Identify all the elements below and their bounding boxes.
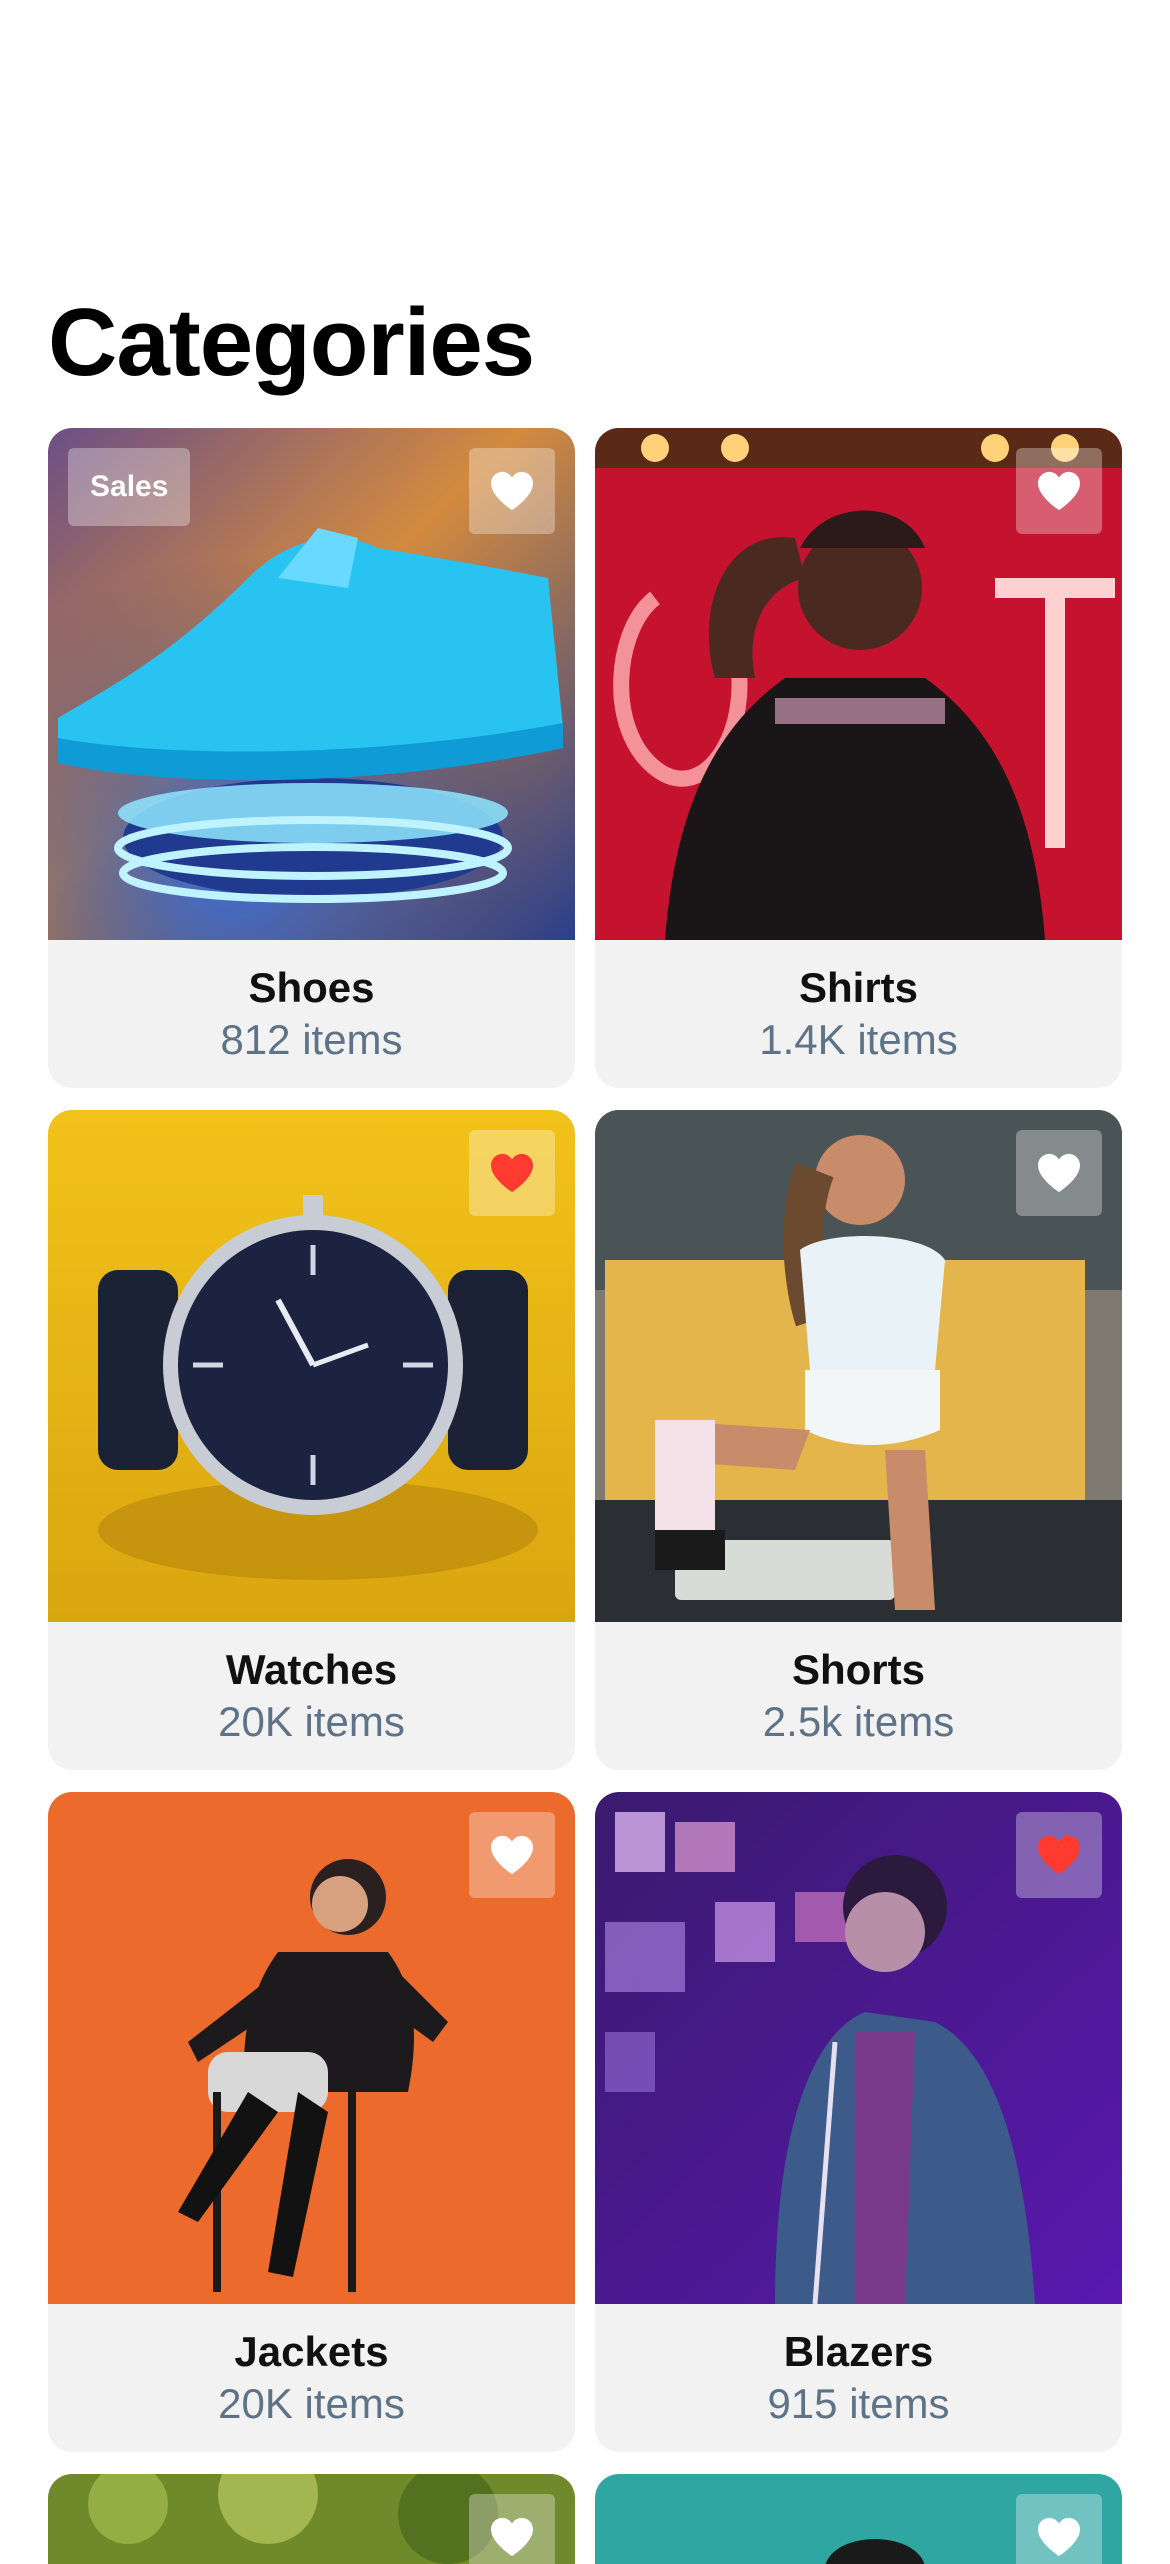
- category-name: Watches: [225, 1645, 398, 1693]
- favorite-button[interactable]: [469, 1130, 555, 1216]
- favorite-button[interactable]: [1016, 448, 1102, 534]
- category-name: Shorts: [791, 1645, 925, 1693]
- category-count: 2.5k items: [762, 1698, 955, 1745]
- category-card-blazers[interactable]: Blazers 915 items: [595, 1792, 1122, 2452]
- blazers-photo: [595, 1792, 1122, 2304]
- favorite-button[interactable]: [469, 448, 555, 534]
- category-count: 812 items: [220, 1016, 403, 1063]
- category-name: Jackets: [234, 2327, 389, 2375]
- heart-icon: [491, 1153, 533, 1193]
- shoes-photo: Sales: [48, 428, 575, 940]
- watches-photo: [48, 1110, 575, 1622]
- category-count: 20K items: [218, 2380, 405, 2427]
- category-card-partial-right[interactable]: [595, 2474, 1122, 2564]
- heart-icon: [1038, 1153, 1080, 1193]
- heart-icon: [491, 471, 533, 511]
- heart-icon: [1038, 2517, 1080, 2557]
- category-count: 1.4K items: [759, 1016, 958, 1063]
- category-card-partial-left[interactable]: [48, 2474, 575, 2564]
- category-photo: [48, 2474, 575, 2564]
- favorite-button[interactable]: [1016, 1812, 1102, 1898]
- sales-badge: Sales: [68, 448, 191, 526]
- favorite-button[interactable]: [469, 2494, 555, 2564]
- heart-icon: [491, 1835, 533, 1875]
- category-name: Blazers: [783, 2327, 934, 2375]
- favorite-button[interactable]: [469, 1812, 555, 1898]
- category-photo: [595, 2474, 1122, 2564]
- heart-icon: [1038, 1835, 1080, 1875]
- category-count: 20K items: [218, 1698, 405, 1745]
- shirts-photo: [595, 428, 1122, 940]
- category-card-shoes[interactable]: Sales Shoes 812 items: [48, 428, 575, 1088]
- category-card-shorts[interactable]: Shorts 2.5k items: [595, 1110, 1122, 1770]
- heart-icon: [1038, 471, 1080, 511]
- category-grid: Sales Shoes 812 items Shirts 1.4K items …: [48, 428, 1122, 2564]
- favorite-button[interactable]: [1016, 2494, 1102, 2564]
- jackets-photo: [48, 1792, 575, 2304]
- favorite-button[interactable]: [1016, 1130, 1102, 1216]
- page-title: Categories: [48, 289, 535, 396]
- category-count: 915 items: [767, 2380, 950, 2427]
- heart-icon: [491, 2517, 533, 2557]
- category-name: Shirts: [798, 963, 919, 1011]
- category-name: Shoes: [248, 963, 375, 1011]
- category-card-jackets[interactable]: Jackets 20K items: [48, 1792, 575, 2452]
- category-card-shirts[interactable]: Shirts 1.4K items: [595, 428, 1122, 1088]
- shorts-photo: [595, 1110, 1122, 1622]
- category-card-watches[interactable]: Watches 20K items: [48, 1110, 575, 1770]
